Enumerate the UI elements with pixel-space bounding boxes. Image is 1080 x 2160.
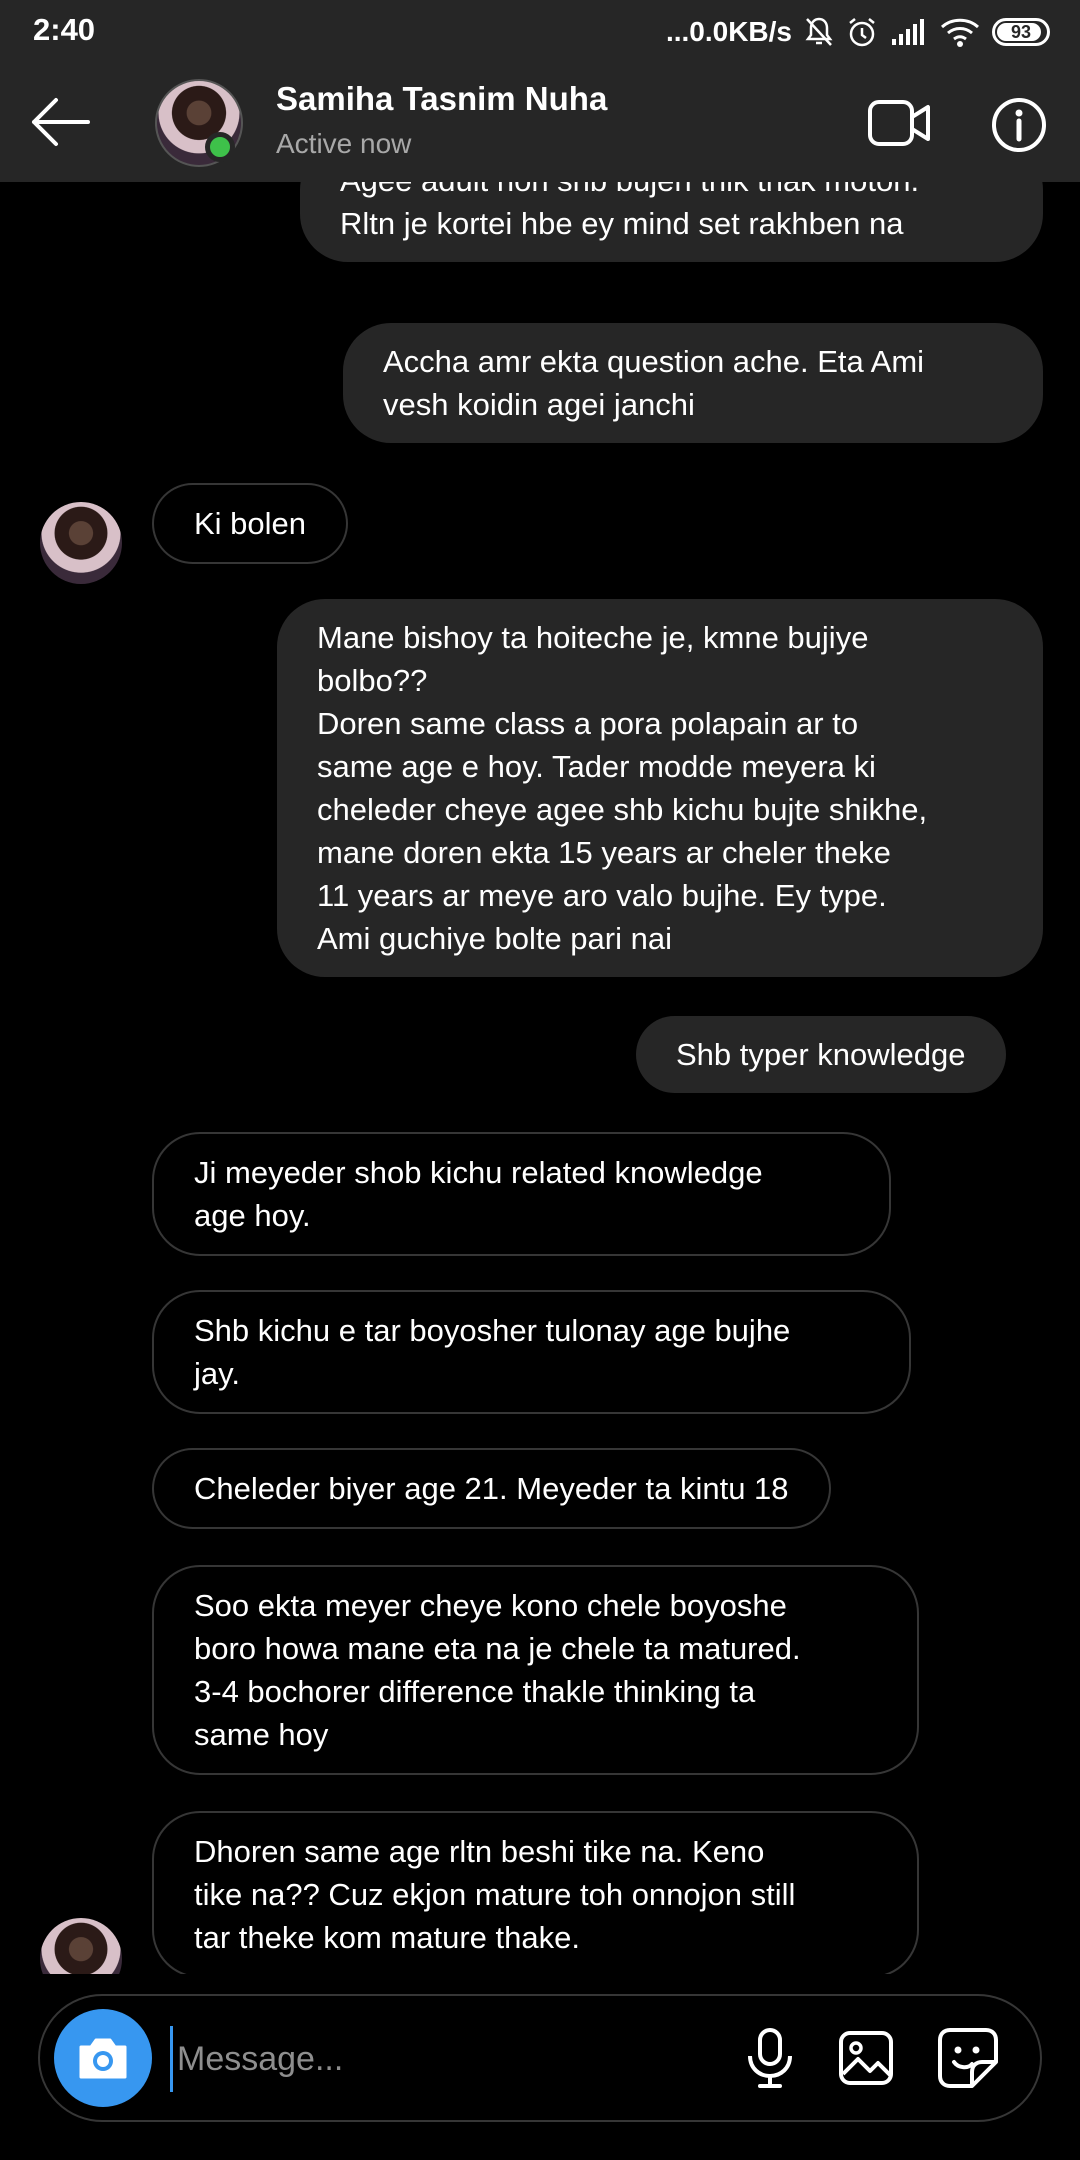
message-bubble-received[interactable]: Cheleder biyer age 21. Meyeder ta kintu …	[152, 1448, 831, 1529]
message-bubble-sent[interactable]: Accha amr ekta question ache. Eta Ami ve…	[343, 323, 1043, 443]
message-bubble-received[interactable]: Shb kichu e tar boyosher tulonay age buj…	[152, 1290, 911, 1414]
info-button[interactable]	[990, 96, 1048, 154]
contact-name[interactable]: Samiha Tasnim Nuha	[276, 80, 607, 118]
message-composer	[38, 1994, 1042, 2122]
message-bubble-received[interactable]: Ji meyeder shob kichu related knowledge …	[152, 1132, 891, 1256]
gallery-icon	[839, 2031, 893, 2085]
message-bubble-sent[interactable]: Shb typer knowledge	[636, 1016, 1006, 1093]
video-call-button[interactable]	[866, 96, 932, 150]
online-indicator	[205, 132, 235, 162]
contact-avatar-small[interactable]	[40, 1918, 122, 1974]
voice-message-button[interactable]	[740, 2026, 800, 2090]
alarm-icon	[849, 18, 875, 47]
status-time: 2:40	[33, 12, 96, 47]
microphone-icon	[748, 2028, 792, 2088]
mute-bell-icon	[805, 17, 833, 46]
message-bubble-received[interactable]: Soo ekta meyer cheye kono chele boyoshe …	[152, 1565, 919, 1775]
sticker-icon	[938, 2028, 998, 2088]
camera-icon	[79, 2038, 127, 2079]
message-bubble-received[interactable]: Dhoren same age rltn beshi tike na. Keno…	[152, 1811, 919, 1974]
sticker-button[interactable]	[936, 2026, 1000, 2090]
back-button[interactable]	[28, 94, 92, 150]
gallery-button[interactable]	[836, 2028, 896, 2088]
contact-avatar-small[interactable]	[40, 502, 122, 584]
message-bubble-received[interactable]: Ki bolen	[152, 483, 349, 564]
message-input[interactable]	[170, 2026, 739, 2092]
message-bubble-sent[interactable]: Mane bishoy ta hoiteche je, kmne bujiye …	[277, 599, 1043, 977]
status-icons: ...0.0KB/s 93	[666, 12, 1050, 52]
wifi-icon	[940, 18, 980, 47]
video-call-icon	[868, 100, 930, 146]
message-bubble-sent[interactable]: Agee adult hon shb bujen thik thak moton…	[300, 182, 1043, 262]
chat-header: Samiha Tasnim Nuha Active now	[0, 62, 1080, 182]
message-list[interactable]: Agee adult hon shb bujen thik thak moton…	[0, 182, 1080, 1974]
network-speed: ...0.0KB/s	[665, 16, 792, 47]
status-bar: 2:40 ...0.0KB/s 93	[0, 0, 1080, 62]
contact-status: Active now	[276, 128, 412, 159]
camera-button[interactable]	[54, 2009, 152, 2107]
battery-level: 93	[1010, 21, 1032, 42]
signal-icon	[892, 19, 924, 45]
info-icon	[992, 98, 1046, 152]
battery-icon: 93	[992, 18, 1050, 46]
arrow-left-icon	[32, 98, 90, 146]
